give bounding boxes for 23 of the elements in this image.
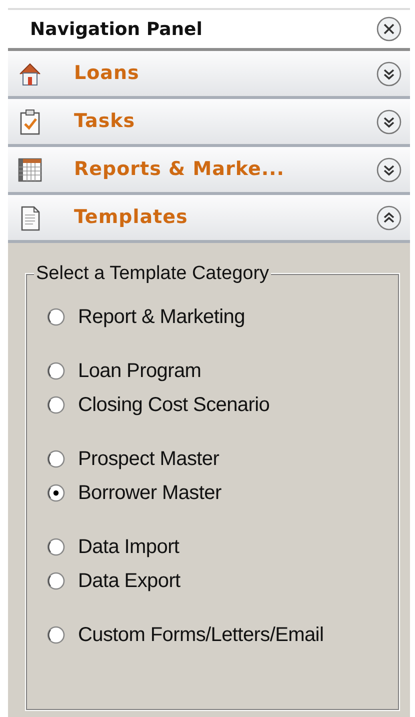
radio-label[interactable]: Data Import bbox=[78, 532, 180, 562]
radio-label[interactable]: Report & Marketing bbox=[78, 302, 245, 332]
radio-label[interactable]: Custom Forms/Letters/Email bbox=[78, 620, 324, 650]
radio-button[interactable] bbox=[46, 449, 66, 469]
radio-button[interactable] bbox=[46, 537, 66, 557]
radio-button[interactable] bbox=[46, 361, 66, 381]
expand-icon bbox=[376, 108, 402, 134]
radio-button[interactable] bbox=[46, 571, 66, 591]
radio-label[interactable]: Data Export bbox=[78, 566, 180, 596]
radio-label[interactable]: Closing Cost Scenario bbox=[78, 390, 270, 420]
radio-label[interactable]: Loan Program bbox=[78, 356, 202, 386]
expand-icon bbox=[376, 60, 402, 86]
close-icon[interactable] bbox=[376, 16, 402, 42]
expand-icon bbox=[376, 156, 402, 182]
calendar-grid-icon bbox=[16, 156, 44, 184]
collapse-icon bbox=[376, 204, 402, 230]
radio-button[interactable] bbox=[46, 625, 66, 645]
panel-title: Navigation Panel bbox=[30, 18, 202, 42]
radio-label[interactable]: Prospect Master bbox=[78, 444, 220, 474]
radio-button[interactable] bbox=[46, 483, 66, 503]
radio-button[interactable] bbox=[46, 395, 66, 415]
radio-button[interactable] bbox=[46, 307, 66, 327]
radio-label[interactable]: Borrower Master bbox=[78, 478, 222, 508]
